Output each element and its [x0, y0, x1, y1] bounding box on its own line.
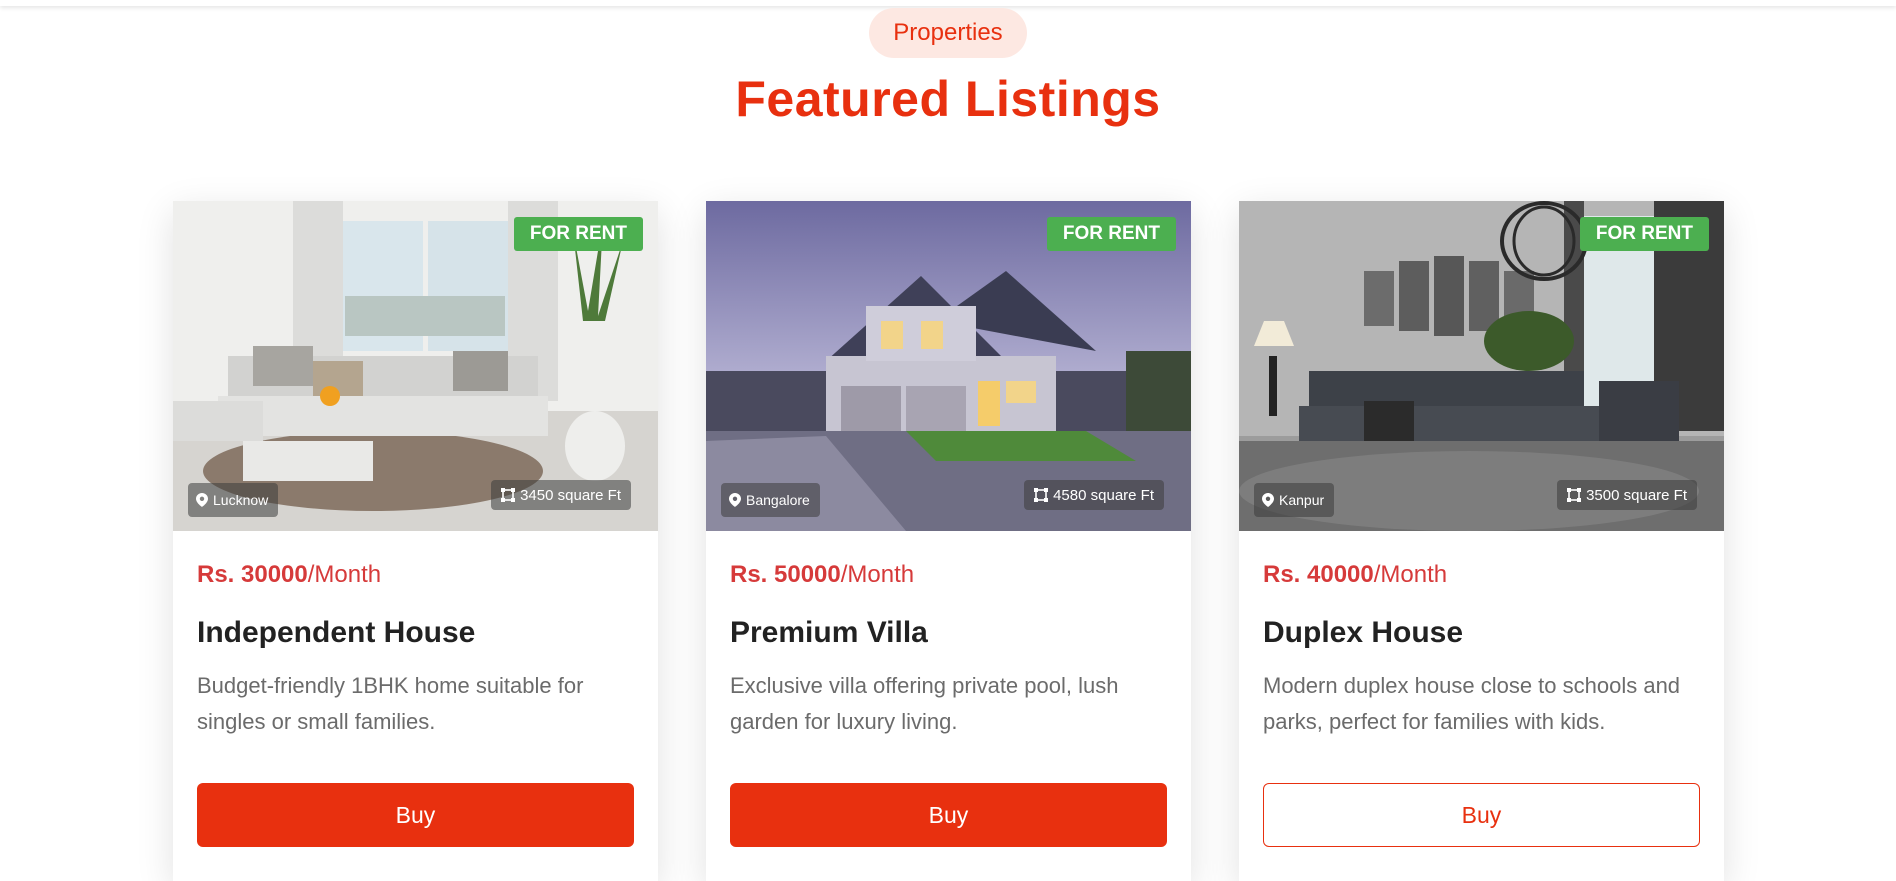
listing-photo-villa[interactable]: FOR RENT Bangalore 4580 square Ft [706, 201, 1191, 531]
price-amount: Rs. 50000 [730, 561, 841, 588]
listing-description: Budget-friendly 1BHK home suitable for s… [197, 673, 584, 734]
price-amount: Rs. 40000 [1263, 561, 1374, 588]
listing-card[interactable]: FOR RENT Lucknow 3450 square Ft Rs. 3000… [173, 201, 658, 881]
price-period: /Month [840, 561, 915, 588]
area-tag: 3450 square Ft [491, 480, 631, 510]
listing-card[interactable]: FOR RENT Kanpur 3500 square Ft Rs. 40000… [1239, 201, 1724, 881]
price-amount: Rs. 30000 [197, 561, 308, 588]
buy-button[interactable]: Buy [197, 783, 634, 847]
listing-price: Rs. 30000/Month [197, 561, 381, 589]
area-tag: 3500 square Ft [1557, 480, 1697, 510]
location-label: Bangalore [746, 492, 810, 508]
price-period: /Month [1373, 561, 1448, 588]
buy-button[interactable]: Buy [730, 783, 1167, 847]
listing-description: Exclusive villa offering private pool, l… [730, 673, 1119, 734]
header-edge [0, 0, 1896, 6]
location-label: Lucknow [213, 492, 269, 508]
location-tag: Bangalore [721, 483, 820, 517]
location-label: Kanpur [1279, 492, 1325, 508]
listing-title: Independent House [197, 616, 476, 649]
section-pill: Properties [869, 8, 1027, 58]
area-label: 3450 square Ft [520, 486, 621, 504]
listing-price: Rs. 40000/Month [1263, 561, 1447, 589]
listing-title: Premium Villa [730, 616, 928, 649]
listing-price: Rs. 50000/Month [730, 561, 914, 589]
listing-card[interactable]: FOR RENT Bangalore 4580 square Ft Rs. 50… [706, 201, 1191, 881]
area-label: 4580 square Ft [1053, 486, 1154, 504]
location-pin-icon [1262, 493, 1274, 507]
listing-photo-duplex-interior[interactable]: FOR RENT Kanpur 3500 square Ft [1239, 201, 1724, 531]
listing-title: Duplex House [1263, 616, 1464, 649]
area-frame-icon [1034, 488, 1049, 502]
area-frame-icon [1567, 488, 1582, 502]
location-tag: Kanpur [1254, 483, 1335, 517]
for-rent-badge: FOR RENT [1046, 217, 1176, 251]
for-rent-badge: FOR RENT [1579, 217, 1709, 251]
listing-description: Modern duplex house close to schools and… [1263, 673, 1681, 734]
area-frame-icon [501, 488, 516, 502]
location-pin-icon [729, 493, 741, 507]
location-tag: Lucknow [188, 483, 279, 517]
buy-button[interactable]: Buy [1263, 783, 1700, 847]
area-label: 3500 square Ft [1586, 486, 1687, 504]
for-rent-badge: FOR RENT [513, 217, 643, 251]
listing-photo-living-room[interactable]: FOR RENT Lucknow 3450 square Ft [173, 201, 658, 531]
section-heading: Featured Listings [735, 71, 1161, 127]
area-tag: 4580 square Ft [1024, 480, 1164, 510]
price-period: /Month [307, 561, 382, 588]
location-pin-icon [196, 493, 208, 507]
